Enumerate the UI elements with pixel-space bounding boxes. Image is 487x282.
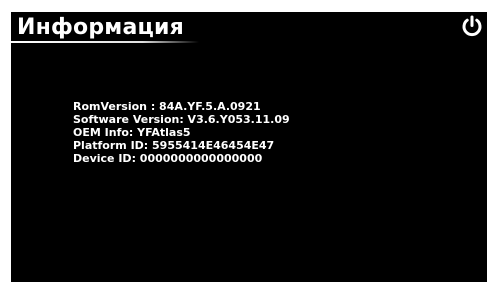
device-screen: Информация RomVersion : 84A.YF.5.A.0921 … <box>11 12 487 282</box>
title-underline <box>11 41 199 43</box>
page-title: Информация <box>17 15 184 40</box>
software-version-text: Software Version: V3.6.Y053.11.09 <box>73 113 290 126</box>
device-id-text: Device ID: 0000000000000000 <box>73 152 263 165</box>
device-info-block: RomVersion : 84A.YF.5.A.0921 Software Ve… <box>73 100 290 165</box>
oem-info-text: OEM Info: YFAtlas5 <box>73 126 191 139</box>
power-button[interactable] <box>461 15 483 37</box>
platform-id-text: Platform ID: 5955414E46454E47 <box>73 139 275 152</box>
title-bar: Информация <box>11 12 487 43</box>
power-icon <box>462 15 482 37</box>
rom-version-text: RomVersion : 84A.YF.5.A.0921 <box>73 100 261 113</box>
